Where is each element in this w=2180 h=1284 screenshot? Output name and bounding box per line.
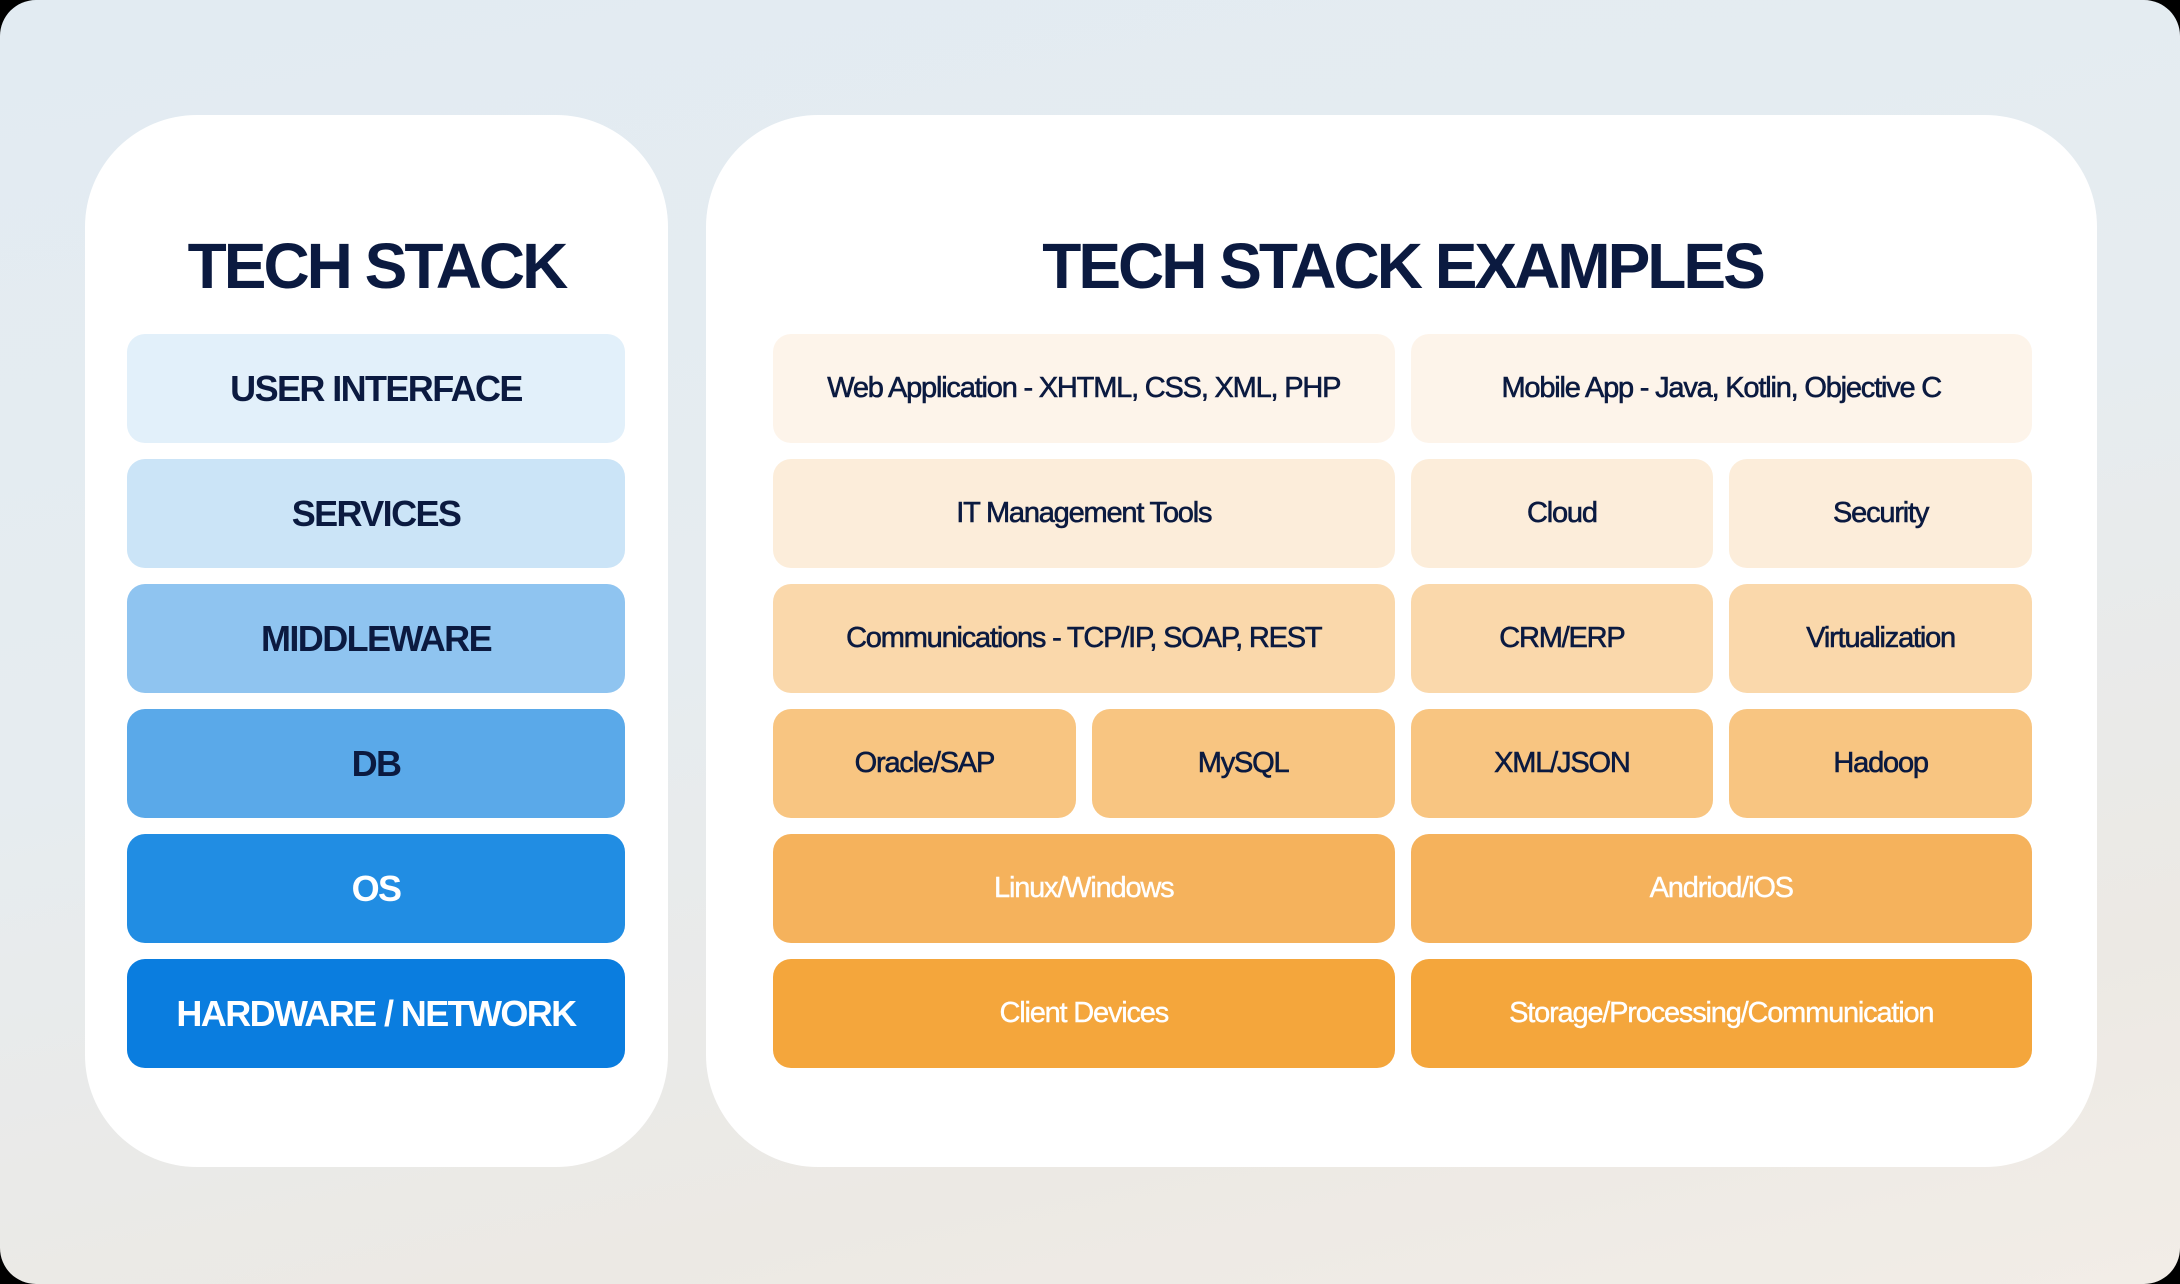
stack-layer-middleware: MIDDLEWARE [127,584,625,693]
example-cell-label: MySQL [1197,747,1289,780]
example-cell-mysql: MySQL [1091,709,1395,818]
tech-stack-examples-title: TECH STACK EXAMPLES [1042,230,1766,302]
example-cell-label: Hadoop [1833,747,1929,780]
stack-layer-label: SERVICES [291,492,462,534]
example-cell-label: Client Devices [999,997,1169,1029]
stack-layer-db: DB [127,709,625,818]
example-cell-label: Mobile App - Java, Kotlin, Objective C [1501,372,1942,405]
example-cell-label: Cloud [1526,497,1599,530]
example-cell-security: Security [1729,459,2032,568]
example-cell-web-application-xhtml-css-xml-php: Web Application - XHTML, CSS, XML, PHP [773,334,1395,443]
example-cell-andriod-ios: Andriod/iOS [1410,834,2032,943]
stack-layer-os: OS [127,834,625,943]
example-cell-label: Linux/Windows [994,872,1175,904]
stack-layer-services: SERVICES [127,459,625,568]
example-cell-label: Security [1833,497,1930,530]
example-cell-label: IT Management Tools [956,497,1213,530]
example-cell-label: Storage/Processing/Communication [1509,997,1935,1029]
example-cell-client-devices: Client Devices [773,959,1395,1068]
stack-layer-label: OS [351,867,402,909]
example-cell-label: Oracle/SAP [854,747,995,780]
example-cell-xml-json: XML/JSON [1410,709,1714,818]
example-cell-label: XML/JSON [1494,747,1631,780]
example-cell-label: Andriod/iOS [1649,872,1794,904]
example-cell-label: Communications - TCP/IP, SOAP, REST [846,622,1323,655]
stack-layer-hardware-network: HARDWARE / NETWORK [127,959,625,1068]
example-cell-label: Virtualization [1806,622,1957,655]
stack-layer-label: HARDWARE / NETWORK [176,992,577,1034]
example-cell-mobile-app-java-kotlin-objective-c: Mobile App - Java, Kotlin, Objective C [1410,334,2032,443]
example-cell-oracle-sap: Oracle/SAP [773,709,1076,818]
tech-stack-title: TECH STACK [187,230,569,302]
example-cell-hadoop: Hadoop [1729,709,2032,818]
example-cell-cloud: Cloud [1410,459,1714,568]
slide-canvas: TECH STACK TECH STACK EXAMPLES USER INTE… [0,0,2180,1284]
example-cell-virtualization: Virtualization [1729,584,2032,693]
stack-layer-label: MIDDLEWARE [261,617,493,659]
example-cell-linux-windows: Linux/Windows [773,834,1395,943]
example-cell-storage-processing-communication: Storage/Processing/Communication [1410,959,2032,1068]
stack-layer-user-interface: USER INTERFACE [127,334,625,443]
example-cell-communications-tcp-ip-soap-rest: Communications - TCP/IP, SOAP, REST [773,584,1395,693]
example-cell-label: Web Application - XHTML, CSS, XML, PHP [827,372,1342,405]
example-cell-crm-erp: CRM/ERP [1410,584,1714,693]
example-cell-it-management-tools: IT Management Tools [773,459,1395,568]
example-cell-label: CRM/ERP [1499,622,1626,655]
stack-layer-label: USER INTERFACE [230,367,523,409]
stack-layer-label: DB [351,742,402,784]
